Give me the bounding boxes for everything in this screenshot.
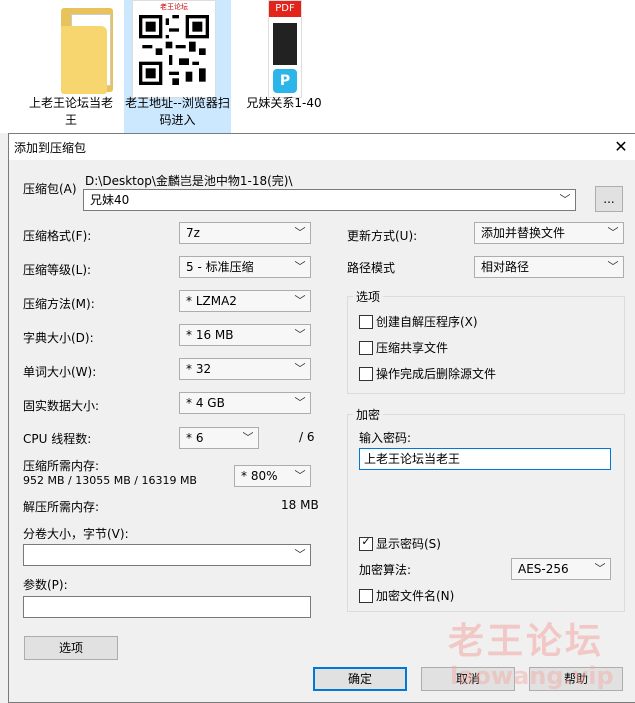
pathmode-select[interactable]: 相对路径 ﹀ [474, 256, 624, 278]
options-button[interactable]: 选项 [24, 636, 118, 660]
volume-label: 分卷大小，字节(V): [23, 527, 129, 541]
encryption-method-label: 加密算法: [359, 563, 412, 577]
checkbox-box: ✓ [359, 534, 373, 551]
file-name: 上老王论坛当老王 [28, 96, 113, 127]
title-bar: 添加到压缩包 ✕ [9, 134, 635, 160]
mem-percent-select[interactable]: * 80% ﹀ [234, 465, 311, 487]
sfx-label: 创建自解压程序(X) [376, 315, 478, 329]
archive-name-combo[interactable]: 兄妹40 ﹀ [83, 189, 576, 211]
format-select[interactable]: 7z ﹀ [179, 222, 311, 244]
mem-decompress-label: 解压所需内存: [23, 500, 100, 514]
dict-select[interactable]: * 16 MB ﹀ [179, 324, 311, 346]
encrypt-names-checkbox[interactable]: 加密文件名(N) [359, 587, 454, 604]
app-icon: P [273, 69, 297, 93]
mem-compress-label: 压缩所需内存: [23, 459, 100, 473]
chevron-down-icon: ﹀ [594, 562, 606, 575]
checkbox-box [359, 588, 373, 603]
chevron-down-icon: ﹀ [294, 469, 306, 482]
pathmode-label: 路径模式 [347, 261, 396, 275]
word-select[interactable]: * 32 ﹀ [179, 358, 311, 380]
desktop-file-qr[interactable]: 老王论坛 老王地址--浏览器扫码进入 [124, 0, 231, 133]
chevron-down-icon: ﹀ [294, 396, 306, 409]
show-password-label: 显示密码(S) [376, 537, 441, 551]
format-value: 7z [186, 226, 200, 240]
archive-name-value: 兄妹40 [90, 193, 130, 207]
delete-checkbox[interactable]: 操作完成后删除源文件 [359, 365, 496, 382]
archive-label: 压缩包(A) [23, 182, 77, 196]
update-select[interactable]: 添加并替换文件 ﹀ [474, 222, 624, 244]
shared-checkbox[interactable]: 压缩共享文件 [359, 339, 448, 356]
dict-value: * 16 MB [186, 328, 234, 342]
chevron-down-icon: ﹀ [294, 260, 306, 273]
show-password-checkbox[interactable]: ✓ 显示密码(S) [359, 535, 441, 552]
volume-combo[interactable]: ﹀ [23, 544, 311, 566]
mem-compress-detail: 952 MB / 13055 MB / 16319 MB [23, 474, 197, 487]
chevron-down-icon: ﹀ [294, 294, 306, 307]
close-icon[interactable]: ✕ [606, 134, 635, 160]
dict-label: 字典大小(D): [23, 331, 94, 345]
checkbox-box [359, 314, 373, 329]
sfx-checkbox[interactable]: 创建自解压程序(X) [359, 313, 478, 330]
chevron-down-icon: ﹀ [294, 226, 306, 239]
level-select[interactable]: 5 - 标准压缩 ﹀ [179, 256, 311, 278]
watermark-text: 老王论坛 [448, 621, 605, 662]
params-input[interactable] [23, 596, 311, 618]
chevron-down-icon: ﹀ [294, 328, 306, 341]
update-value: 添加并替换文件 [481, 226, 566, 240]
pathmode-value: 相对路径 [481, 260, 530, 274]
threads-value: * 6 [186, 431, 204, 445]
update-label: 更新方式(U): [347, 229, 418, 243]
checkbox-box [359, 366, 373, 381]
archive-path: D:\Desktop\金麟岂是池中物1-18(完)\ [85, 174, 293, 188]
level-label: 压缩等级(L): [23, 263, 92, 277]
mem-decompress-value: 18 MB [281, 498, 319, 512]
encryption-group-title: 加密 [353, 406, 384, 423]
file-name: 老王地址--浏览器扫码进入 [125, 96, 230, 127]
checkbox-box [359, 340, 373, 355]
chevron-down-icon: ﹀ [294, 548, 306, 561]
desktop-file-pdf[interactable]: PDF P 兄妹关系1-40 [232, 0, 336, 133]
browse-button[interactable]: ... [595, 186, 623, 212]
level-value: 5 - 标准压缩 [186, 260, 254, 274]
solid-value: * 4 GB [186, 396, 225, 410]
ok-button[interactable]: 确定 [313, 667, 407, 691]
dialog-title: 添加到压缩包 [14, 141, 87, 155]
watermark-url: laowang.vip [450, 662, 614, 690]
desktop-area: 上老王论坛当老王 老王论坛 老王地址--浏览器扫码进入 PDF P 兄妹关系1-… [0, 0, 635, 133]
method-select[interactable]: * LZMA2 ﹀ [179, 290, 311, 312]
file-name: 兄妹关系1-40 [246, 96, 322, 110]
desktop-file-folder[interactable]: 上老王论坛当老王 [25, 0, 117, 133]
threads-label: CPU 线程数: [23, 432, 92, 446]
options-group-title: 选项 [353, 288, 384, 305]
encryption-method-select[interactable]: AES-256 ﹀ [511, 558, 611, 580]
pdf-badge: PDF [269, 1, 301, 17]
password-label: 输入密码: [359, 431, 412, 445]
qr-code-thumbnail: 老王论坛 [132, 0, 216, 98]
pdf-thumbnail: PDF P [268, 0, 302, 98]
threads-select[interactable]: * 6 ﹀ [179, 427, 259, 449]
qr-icon [139, 15, 209, 85]
chevron-down-icon: ﹀ [607, 260, 619, 273]
solid-select[interactable]: * 4 GB ﹀ [179, 392, 311, 414]
encrypt-names-label: 加密文件名(N) [376, 589, 455, 603]
params-label: 参数(P): [23, 578, 68, 592]
shared-label: 压缩共享文件 [376, 341, 449, 355]
thumb-header: 老王论坛 [160, 3, 188, 11]
encryption-method-value: AES-256 [518, 562, 569, 576]
chevron-down-icon: ﹀ [559, 193, 571, 206]
method-value: * LZMA2 [186, 294, 237, 308]
chevron-down-icon: ﹀ [607, 226, 619, 239]
checkmark-icon: ✓ [361, 534, 371, 548]
threads-max: / 6 [299, 430, 315, 444]
method-label: 压缩方法(M): [23, 297, 95, 311]
chevron-down-icon: ﹀ [294, 362, 306, 375]
format-label: 压缩格式(F): [23, 229, 92, 243]
delete-label: 操作完成后删除源文件 [376, 367, 497, 381]
chevron-down-icon: ﹀ [242, 431, 254, 444]
word-value: * 32 [186, 362, 212, 376]
word-label: 单词大小(W): [23, 365, 97, 379]
password-input[interactable]: 上老王论坛当老王 [359, 448, 611, 470]
solid-label: 固实数据大小: [23, 399, 100, 413]
mem-percent-value: * 80% [241, 469, 278, 483]
